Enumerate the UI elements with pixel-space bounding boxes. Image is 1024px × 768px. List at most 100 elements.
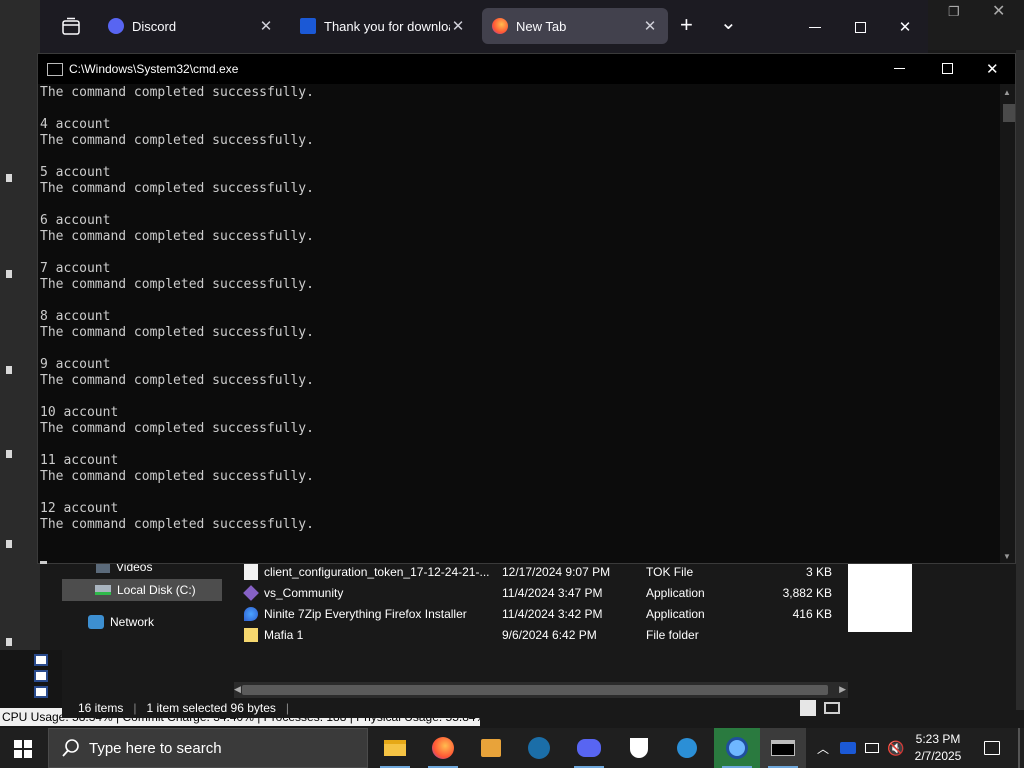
maximize-icon[interactable]	[942, 63, 953, 74]
scroll-left-icon[interactable]: ◀	[234, 684, 241, 695]
scroll-up-icon[interactable]: ▲	[1003, 88, 1011, 97]
text-cursor	[40, 561, 47, 564]
minimize-icon[interactable]	[894, 68, 905, 69]
tab-label: New Tab	[516, 18, 567, 34]
close-icon[interactable]: ✕	[992, 1, 1005, 21]
restore-icon[interactable]: ❐	[948, 4, 960, 20]
nav-label: Local Disk (C:)	[117, 583, 196, 597]
tab-overview-icon[interactable]	[60, 16, 82, 38]
steam-icon[interactable]	[516, 728, 562, 768]
discord-icon	[108, 18, 124, 34]
item-count: 16 items	[78, 701, 124, 715]
item-icon	[34, 670, 48, 682]
search-icon	[62, 739, 79, 757]
network-icon	[88, 615, 104, 629]
file-row[interactable]: client_configuration_token_17-12-24-21-.…	[234, 561, 848, 582]
tab-discord[interactable]: Discord ✕	[98, 8, 284, 44]
tab-label: Discord	[132, 18, 177, 34]
file-explorer-icon[interactable]	[372, 728, 418, 768]
malwarebytes-tray-icon[interactable]	[836, 728, 860, 768]
console-line: 10 account	[40, 405, 119, 420]
list-all-tabs-button[interactable]: ⌄	[720, 10, 737, 35]
tiles-view-icon[interactable]	[824, 702, 840, 714]
background-window-left	[0, 0, 40, 710]
search-box[interactable]: Type here to search	[48, 728, 368, 768]
drive-icon	[95, 585, 111, 595]
close-icon[interactable]: ✕	[986, 60, 999, 78]
file-type: Application	[646, 585, 705, 600]
console-line: The command completed successfully.	[40, 517, 314, 532]
file-row[interactable]: Mafia 1 9/6/2024 6:42 PM File folder	[234, 624, 848, 645]
nav-item-network[interactable]: Network	[62, 611, 222, 633]
cmd-icon[interactable]	[760, 728, 806, 768]
maximize-icon	[854, 21, 866, 33]
close-tab-icon[interactable]: ✕	[450, 17, 466, 35]
clock[interactable]: 5:23 PM 2/7/2025	[905, 731, 971, 765]
start-button[interactable]	[14, 740, 32, 758]
console-line: The command completed successfully.	[40, 85, 314, 100]
explorer-status-bar: 16 items | 1 item selected 96 bytes |	[62, 698, 848, 718]
console-line: The command completed successfully.	[40, 325, 314, 340]
file-row[interactable]: Ninite 7Zip Everything Firefox Installer…	[234, 603, 848, 624]
security-icon[interactable]	[616, 728, 662, 768]
taskbar: Type here to search ︿ 🔇 5:23 PM 2/7/2025	[0, 728, 1024, 768]
file-list: client_configuration_token_17-12-24-21-.…	[234, 560, 848, 682]
maximize-button[interactable]	[837, 0, 883, 54]
item-icon	[34, 654, 48, 666]
close-tab-icon[interactable]: ✕	[258, 17, 274, 35]
scroll-down-icon[interactable]: ▼	[1003, 552, 1011, 561]
vertical-scrollbar[interactable]: ▲ ▼	[1000, 84, 1015, 563]
console-line: 11 account	[40, 453, 119, 468]
file-row[interactable]: vs_Community 11/4/2024 3:47 PM Applicati…	[234, 582, 848, 603]
file-date: 11/4/2024 3:47 PM	[502, 585, 603, 600]
malwarebytes-icon	[300, 18, 316, 34]
console-line: The command completed successfully.	[40, 469, 314, 484]
minimize-icon	[809, 26, 821, 28]
tab-new-tab[interactable]: New Tab ✕	[482, 8, 668, 44]
cmd-titlebar: C:\Windows\System32\cmd.exe ✕	[38, 54, 1015, 84]
console-line: The command completed successfully.	[40, 373, 314, 388]
background-mark	[6, 450, 12, 458]
file-name: client_configuration_token_17-12-24-21-.…	[264, 564, 490, 579]
file-name: Mafia 1	[264, 627, 304, 642]
firefox-icon[interactable]	[420, 728, 466, 768]
file-date: 12/17/2024 9:07 PM	[502, 564, 611, 579]
quick-assist-icon[interactable]	[664, 728, 710, 768]
new-tab-button[interactable]: +	[680, 14, 693, 36]
close-tab-icon[interactable]: ✕	[642, 17, 658, 35]
file-date: 11/4/2024 3:42 PM	[502, 606, 603, 621]
network-status-icon[interactable]	[860, 728, 884, 768]
horizontal-scrollbar[interactable]: ◀ ▶	[234, 682, 848, 698]
file-manager-icon[interactable]	[468, 728, 514, 768]
preview-pane	[848, 562, 912, 632]
console-line: The command completed successfully.	[40, 181, 314, 196]
notification-icon[interactable]	[978, 728, 1006, 768]
console-line: The command completed successfully.	[40, 229, 314, 244]
console-line: 6 account	[40, 213, 111, 228]
tab-thank-you[interactable]: Thank you for downloading ✕	[290, 8, 476, 44]
console-output[interactable]: The command completed successfully. 4 ac…	[40, 84, 1000, 562]
visual-studio-icon	[243, 584, 259, 601]
scrollbar-thumb[interactable]	[1003, 104, 1015, 122]
show-hidden-icons-icon[interactable]: ︿	[814, 728, 832, 768]
scrollbar-thumb[interactable]	[242, 685, 828, 695]
firefox-icon	[492, 18, 508, 34]
show-desktop-button[interactable]	[1018, 728, 1020, 768]
background-mark	[6, 540, 12, 548]
close-button[interactable]: ✕	[882, 0, 928, 54]
scroll-right-icon[interactable]: ▶	[839, 684, 846, 695]
windows-icon	[14, 740, 32, 758]
console-line: 9 account	[40, 357, 111, 372]
nav-item-local-disk[interactable]: Local Disk (C:)	[62, 579, 222, 601]
cmd-window: C:\Windows\System32\cmd.exe ✕ The comman…	[37, 53, 1016, 564]
discord-icon[interactable]	[566, 728, 612, 768]
minimize-button[interactable]	[792, 0, 838, 54]
malwarebytes-icon[interactable]	[714, 728, 760, 768]
console-line: 8 account	[40, 309, 111, 324]
details-view-icon[interactable]	[800, 700, 816, 716]
console-line: 12 account	[40, 501, 119, 516]
